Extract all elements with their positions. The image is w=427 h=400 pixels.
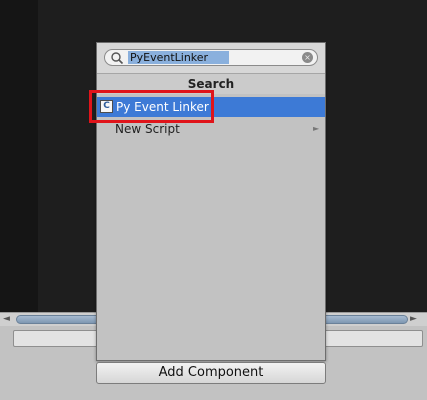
search-input[interactable] [128,51,229,64]
scroll-left-arrow-icon[interactable]: ◄ [3,314,10,324]
search-area: × [97,43,325,74]
search-field[interactable]: × [104,49,318,66]
add-component-button[interactable]: Add Component [96,362,326,384]
search-icon [111,52,124,65]
submenu-arrow-icon: ► [313,124,320,133]
scroll-right-arrow-icon[interactable]: ► [410,314,417,324]
red-highlight-box [89,90,214,123]
clear-search-icon[interactable]: × [302,52,313,63]
inspector-left-strip [0,0,38,312]
